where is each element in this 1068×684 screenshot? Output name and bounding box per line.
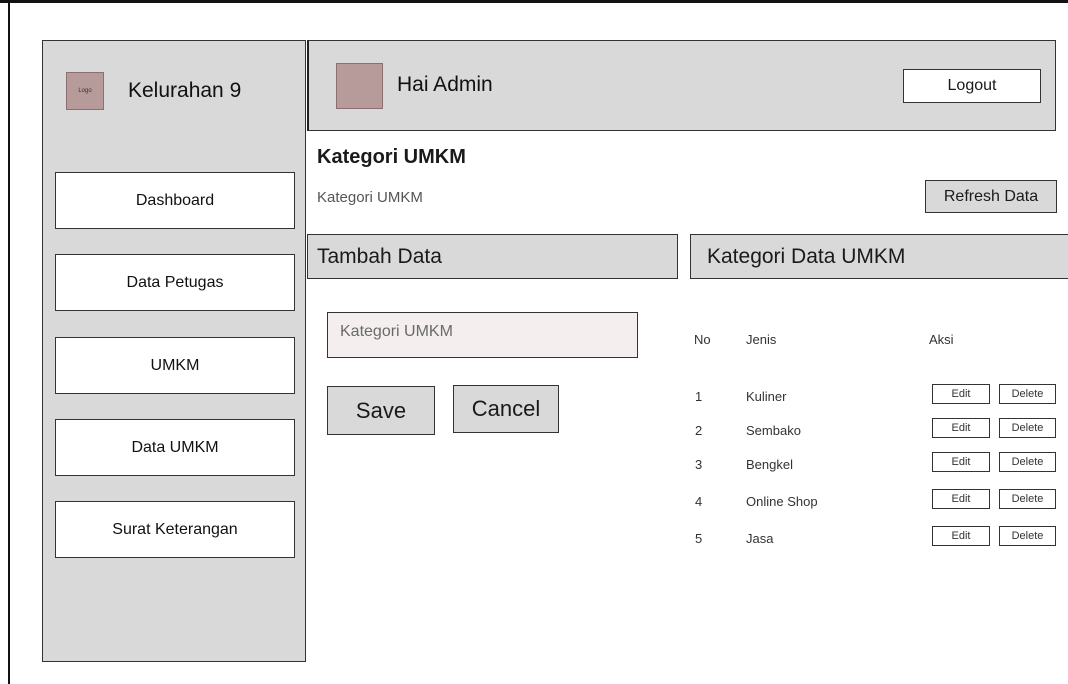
delete-label: Delete bbox=[1011, 493, 1044, 505]
row-number: 4 bbox=[695, 494, 703, 509]
edit-button[interactable]: Edit bbox=[932, 384, 990, 404]
delete-button[interactable]: Delete bbox=[999, 384, 1056, 404]
delete-label: Delete bbox=[1011, 422, 1044, 434]
row-number: 1 bbox=[695, 389, 703, 404]
row-number: 2 bbox=[695, 423, 703, 438]
edit-label: Edit bbox=[951, 493, 971, 505]
table-row: 1 Kuliner Edit Delete bbox=[0, 384, 1068, 410]
delete-button[interactable]: Delete bbox=[999, 489, 1056, 509]
sidebar-item-label: Dashboard bbox=[135, 191, 215, 209]
logout-label: Logout bbox=[947, 77, 997, 94]
edit-label: Edit bbox=[951, 530, 971, 542]
row-jenis: Online Shop bbox=[746, 494, 818, 509]
logo: Logo bbox=[66, 72, 104, 110]
edit-button[interactable]: Edit bbox=[932, 489, 990, 509]
category-table-heading-text: Kategori Data UMKM bbox=[707, 244, 906, 268]
row-jenis: Kuliner bbox=[746, 389, 787, 404]
row-number: 3 bbox=[695, 457, 703, 472]
delete-button[interactable]: Delete bbox=[999, 418, 1056, 438]
brand: Logo Kelurahan 9 bbox=[66, 71, 241, 111]
delete-label: Delete bbox=[1011, 456, 1044, 468]
table-row: 4 Online Shop Edit Delete bbox=[0, 489, 1068, 515]
edit-label: Edit bbox=[951, 422, 971, 434]
avatar bbox=[336, 63, 383, 109]
greeting-text: Hai Admin bbox=[397, 73, 493, 96]
edit-button[interactable]: Edit bbox=[932, 452, 990, 472]
add-data-heading-text: Tambah Data bbox=[317, 244, 442, 268]
delete-label: Delete bbox=[1011, 388, 1044, 400]
table-row: 3 Bengkel Edit Delete bbox=[0, 452, 1068, 478]
edit-label: Edit bbox=[951, 456, 971, 468]
edit-button[interactable]: Edit bbox=[932, 526, 990, 546]
column-header-jenis: Jenis bbox=[746, 332, 777, 347]
delete-button[interactable]: Delete bbox=[999, 452, 1056, 472]
delete-label: Delete bbox=[1011, 530, 1044, 542]
refresh-label: Refresh Data bbox=[943, 187, 1039, 205]
sidebar-item-label: UMKM bbox=[150, 356, 200, 374]
sidebar-item-data-petugas[interactable]: Data Petugas bbox=[55, 254, 295, 311]
frame-left-border bbox=[8, 0, 10, 684]
row-jenis: Bengkel bbox=[746, 457, 793, 472]
sidebar: Logo Kelurahan 9 Dashboard Data Petugas … bbox=[42, 40, 306, 662]
breadcrumb: Kategori UMKM bbox=[317, 189, 423, 206]
edit-label: Edit bbox=[951, 388, 971, 400]
frame-top-border bbox=[0, 0, 1068, 3]
delete-button[interactable]: Delete bbox=[999, 526, 1056, 546]
row-number: 5 bbox=[695, 531, 703, 546]
logout-button[interactable]: Logout bbox=[903, 69, 1041, 103]
row-jenis: Jasa bbox=[746, 531, 774, 546]
brand-title: Kelurahan 9 bbox=[128, 79, 242, 102]
sidebar-item-dashboard[interactable]: Dashboard bbox=[55, 172, 295, 229]
table-row: 2 Sembako Edit Delete bbox=[0, 418, 1068, 444]
row-jenis: Sembako bbox=[746, 423, 801, 438]
column-header-no: No bbox=[694, 332, 711, 347]
category-table-heading: Kategori Data UMKM bbox=[690, 234, 1068, 279]
refresh-data-button[interactable]: Refresh Data bbox=[925, 180, 1057, 213]
page-title: Kategori UMKM bbox=[317, 146, 466, 168]
edit-button[interactable]: Edit bbox=[932, 418, 990, 438]
sidebar-item-label: Data Petugas bbox=[126, 273, 224, 291]
column-header-aksi: Aksi bbox=[929, 332, 954, 347]
kategori-umkm-input[interactable] bbox=[327, 312, 638, 358]
top-header: Hai Admin Logout bbox=[307, 40, 1056, 131]
logo-text: Logo bbox=[78, 88, 92, 94]
add-data-panel-heading: Tambah Data bbox=[307, 234, 678, 279]
table-row: 5 Jasa Edit Delete bbox=[0, 526, 1068, 552]
